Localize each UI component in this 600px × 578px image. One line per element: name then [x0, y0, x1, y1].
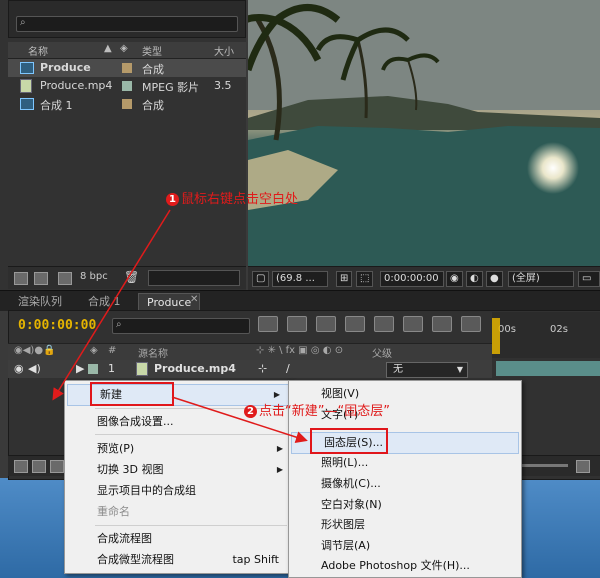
annotation-step-1: 1 鼠标右键点击空白处	[166, 188, 298, 207]
annotation-step-2: 2 点击“新建”—“固态层”	[244, 400, 390, 419]
annotation-text: 鼠标右键点击空白处	[181, 192, 299, 207]
annotation-arrows	[52, 209, 308, 443]
step-number-badge: 1	[166, 193, 179, 206]
step-number-badge: 2	[244, 405, 257, 418]
annotation-text: 点击“新建”—“固态层”	[259, 404, 390, 419]
